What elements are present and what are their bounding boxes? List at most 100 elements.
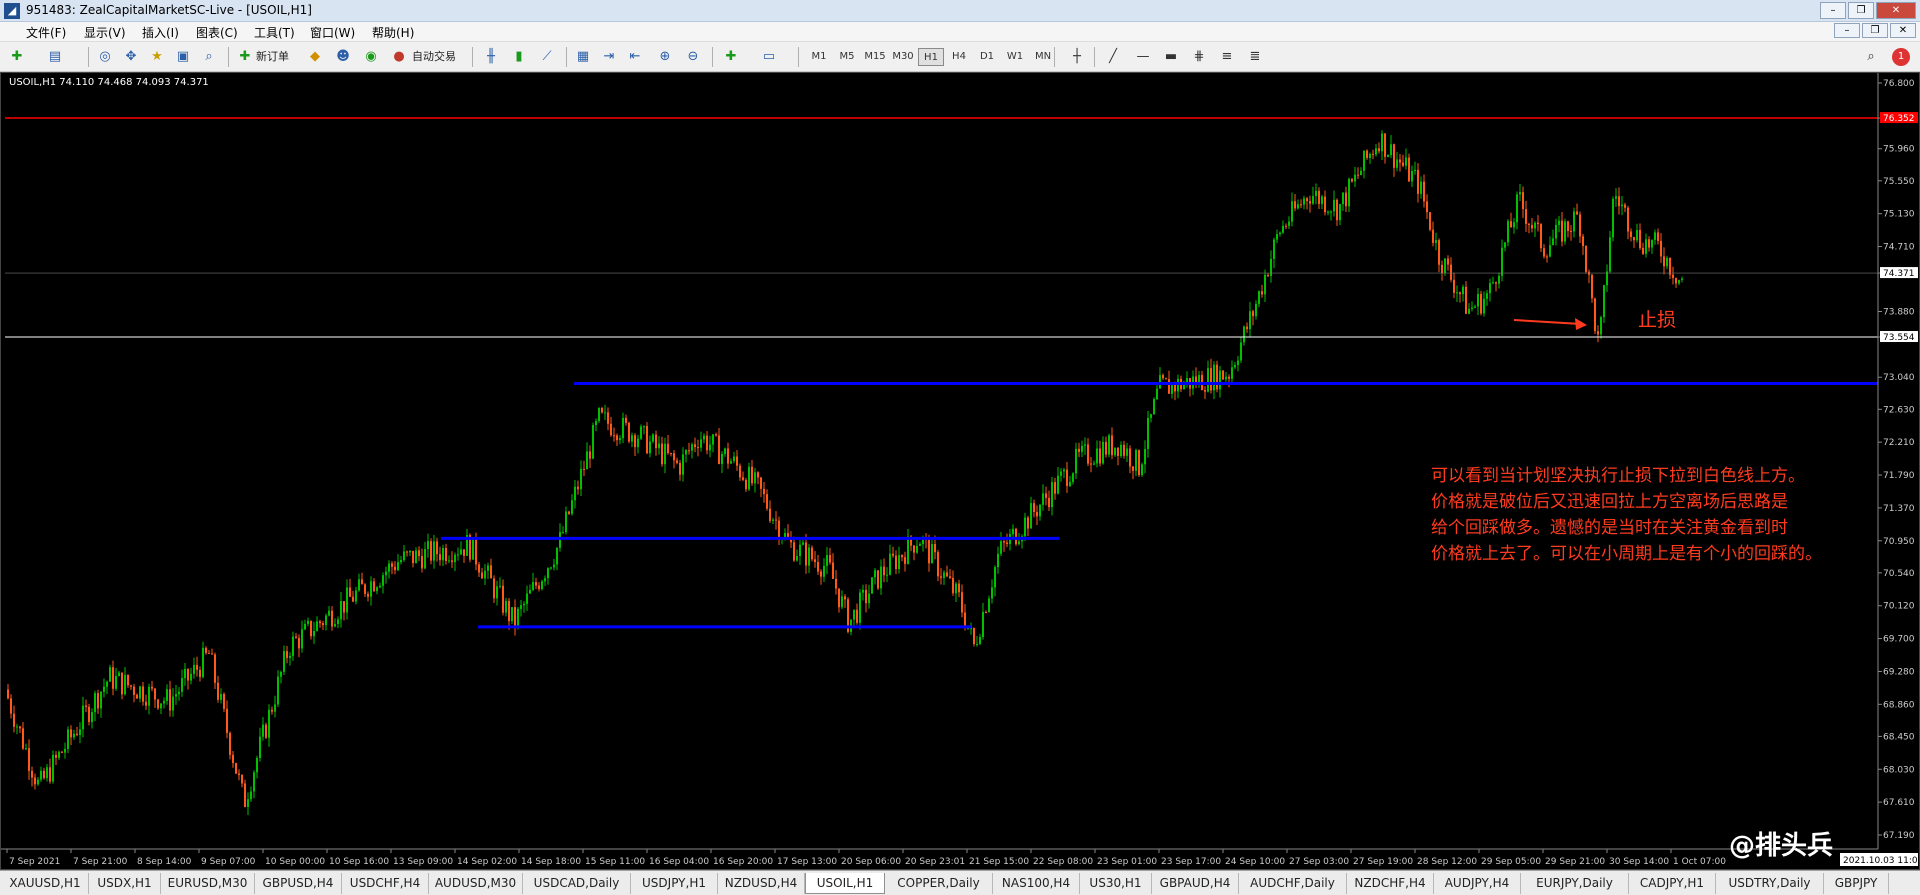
child-close-button[interactable]: ✕ [1890, 23, 1916, 38]
timeframe-d1[interactable]: D1 [974, 48, 1000, 66]
indicators-icon[interactable]: ✚ [722, 48, 740, 66]
metaeditor-icon[interactable]: ◆ [306, 48, 324, 66]
menu-item[interactable]: 帮助(H) [372, 24, 414, 41]
new-chart-icon[interactable]: ✚ [8, 48, 26, 66]
rectangle-icon[interactable]: ▬ [1162, 48, 1180, 66]
candle-body [649, 441, 651, 454]
chart-shift-icon[interactable]: ⇤ [626, 48, 644, 66]
chart-tab[interactable]: CADJPY,H1 [1629, 873, 1716, 894]
candle-body [892, 553, 894, 556]
signals-icon[interactable]: ☻ [334, 48, 352, 66]
zoom-in-icon[interactable]: ⊕ [656, 48, 674, 66]
chart-tab[interactable]: US30,H1 [1080, 873, 1152, 894]
menu-item[interactable]: 显示(V) [84, 24, 126, 41]
candle-body [1426, 201, 1428, 213]
candle-body [1672, 274, 1674, 278]
chart-tab[interactable]: EURJPY,Daily [1521, 873, 1629, 894]
chart-tab[interactable]: GBPAUD,H4 [1152, 873, 1239, 894]
candle-body [1051, 482, 1053, 508]
annotation-line: 价格就上去了。可以在小周期上是有个小的回踩的。 [1431, 544, 1822, 564]
menu-item[interactable]: 窗口(W) [310, 24, 355, 41]
candle-body [562, 532, 564, 534]
close-button[interactable]: ✕ [1876, 2, 1916, 19]
candle-body [1135, 450, 1137, 471]
timeframe-h1[interactable]: H1 [918, 48, 944, 66]
candle-body [748, 466, 750, 490]
candle-body [1549, 245, 1551, 257]
chart-tab[interactable]: GBPJPY [1824, 873, 1889, 894]
child-minimize-button[interactable]: – [1834, 23, 1860, 38]
chart-tab[interactable]: AUDCHF,Daily [1239, 873, 1347, 894]
chart-tab[interactable]: USDTRY,Daily [1716, 873, 1824, 894]
candle-body [1138, 450, 1140, 476]
chart-tab[interactable]: COPPER,Daily [885, 873, 993, 894]
chart-tab[interactable]: XAUUSD,H1 [2, 873, 89, 894]
templates-icon[interactable]: ▭ [760, 48, 778, 66]
crosshair-icon[interactable]: ┼ [1068, 48, 1086, 66]
chart-tab[interactable]: AUDJPY,H4 [1434, 873, 1521, 894]
candle-body [1030, 503, 1032, 529]
terminal-icon[interactable]: ▣ [174, 48, 192, 66]
menu-item[interactable]: 图表(C) [196, 24, 238, 41]
new-order-icon[interactable]: ✚ [236, 48, 254, 66]
chart-window[interactable]: 76.800 76.352 75.960 75.550 75.130 74.710 74.3… [0, 72, 1920, 870]
line-chart-icon[interactable]: ⟋ [538, 48, 556, 66]
chart-tab[interactable]: USDX,H1 [89, 873, 161, 894]
timeframe-h4[interactable]: H4 [946, 48, 972, 66]
fibonacci-icon[interactable]: ≡ [1218, 48, 1236, 66]
candle-body [1540, 224, 1542, 249]
menu-item[interactable]: 文件(F) [26, 24, 66, 41]
candle-body [1267, 274, 1269, 276]
auto-trading-button[interactable]: 自动交易 [412, 47, 456, 67]
timeframe-mn[interactable]: MN [1030, 48, 1056, 66]
minimize-button[interactable]: – [1820, 2, 1846, 19]
chart-tab[interactable]: USOIL,H1 [805, 873, 885, 894]
timeframe-m15[interactable]: M15 [862, 48, 888, 66]
profiles-icon[interactable]: ▤ [46, 48, 64, 66]
tile-windows-icon[interactable]: ▦ [574, 48, 592, 66]
new-order-button[interactable]: 新订单 [256, 47, 289, 67]
timeframe-m30[interactable]: M30 [890, 48, 916, 66]
auto-trading-icon[interactable]: ● [390, 48, 408, 66]
chart-tab[interactable]: NAS100,H4 [993, 873, 1080, 894]
chart-tab[interactable]: USDCHF,H4 [342, 873, 429, 894]
chart-tab[interactable]: USDJPY,H1 [631, 873, 718, 894]
timeframe-m1[interactable]: M1 [806, 48, 832, 66]
candle-body [160, 703, 162, 709]
market-icon[interactable]: ◉ [362, 48, 380, 66]
menu-item[interactable]: 工具(T) [254, 24, 295, 41]
horizontal-line-icon[interactable]: — [1134, 48, 1152, 66]
chart-tab[interactable]: NZDUSD,H4 [718, 873, 805, 894]
time-tick-label: 27 Sep 03:00 [1289, 857, 1349, 867]
timeframe-w1[interactable]: W1 [1002, 48, 1028, 66]
candle-body [949, 576, 951, 578]
candlestick-icon[interactable]: ▮ [510, 48, 528, 66]
chart-tab[interactable]: EURUSD,M30 [161, 873, 255, 894]
restore-button[interactable]: ❐ [1848, 2, 1874, 19]
chart-tab[interactable]: USDCAD,Daily [523, 873, 631, 894]
child-restore-button[interactable]: ❐ [1862, 23, 1888, 38]
candle-body [1348, 179, 1350, 207]
candle-body [502, 585, 504, 613]
chart-tab[interactable]: GBPUSD,H4 [255, 873, 342, 894]
notification-badge[interactable]: 1 [1892, 48, 1910, 66]
gann-icon[interactable]: ⋕ [1190, 48, 1208, 66]
navigator-icon[interactable]: ★ [148, 48, 166, 66]
trendline-icon[interactable]: ╱ [1104, 48, 1122, 66]
auto-scroll-icon[interactable]: ⇥ [600, 48, 618, 66]
chart-tab[interactable]: AUDUSD,M30 [429, 873, 523, 894]
data-window-icon[interactable]: ✥ [122, 48, 140, 66]
menu-item[interactable]: 插入(I) [142, 24, 179, 41]
market-watch-icon[interactable]: ◎ [96, 48, 114, 66]
tester-icon[interactable]: ⌕ [200, 48, 218, 66]
timeframe-m5[interactable]: M5 [834, 48, 860, 66]
fibo-fan-icon[interactable]: ≣ [1246, 48, 1264, 66]
search-icon[interactable]: ⌕ [1862, 48, 1880, 66]
chart-tab[interactable]: NZDCHF,H4 [1347, 873, 1434, 894]
price-tick-label: 74.710 [1883, 243, 1915, 253]
zoom-out-icon[interactable]: ⊖ [684, 48, 702, 66]
candle-body [715, 434, 717, 436]
candle-body [793, 542, 795, 561]
bar-chart-icon[interactable]: ╫ [482, 48, 500, 66]
candle-body [1564, 221, 1566, 242]
